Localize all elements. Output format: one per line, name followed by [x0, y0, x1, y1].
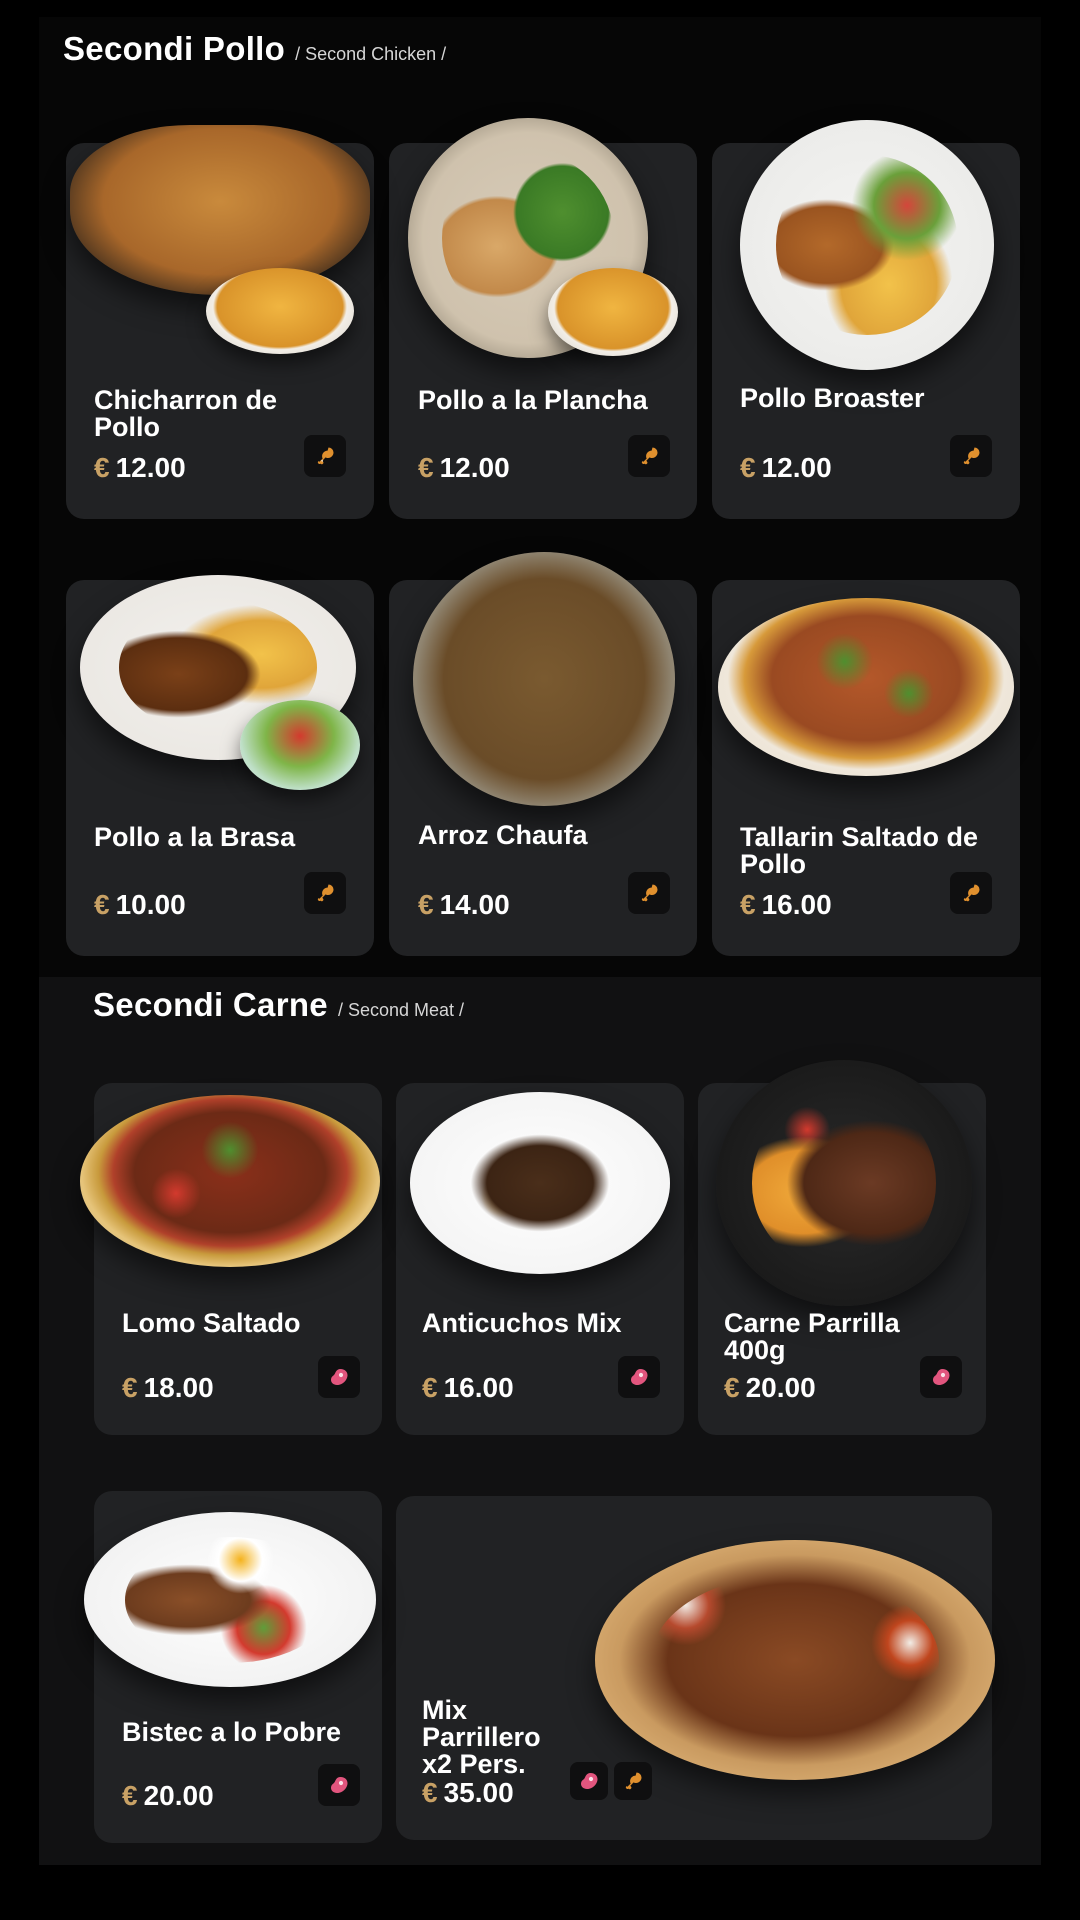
dish-price: €18.00 — [122, 1372, 214, 1404]
price-value: 12.00 — [115, 452, 186, 483]
price-value: 14.00 — [439, 889, 510, 920]
dish-price: €16.00 — [422, 1372, 514, 1404]
tallarin-saltado-dish-image — [718, 598, 1014, 776]
price-value: 16.00 — [443, 1372, 514, 1403]
section-subtitle: / Second Chicken / — [295, 44, 447, 64]
chicken-section-heading: Secondi Pollo / Second Chicken / — [63, 30, 446, 68]
dish-price: €12.00 — [418, 452, 510, 484]
drumstick-icon — [950, 435, 992, 477]
dish-price: €12.00 — [94, 452, 186, 484]
dish-name: Pollo Broaster — [740, 383, 925, 413]
dish-price: €10.00 — [94, 889, 186, 921]
steak-icon — [618, 1356, 660, 1398]
drumstick-icon — [304, 872, 346, 914]
dish-price: €14.00 — [418, 889, 510, 921]
section-title: Secondi Pollo — [63, 30, 286, 67]
drumstick-icon — [628, 872, 670, 914]
steak-icon — [920, 1356, 962, 1398]
currency-symbol: € — [122, 1780, 138, 1811]
price-value: 12.00 — [439, 452, 510, 483]
section-title: Secondi Carne — [93, 986, 328, 1023]
currency-symbol: € — [740, 889, 756, 920]
currency-symbol: € — [418, 889, 434, 920]
currency-symbol: € — [122, 1372, 138, 1403]
dish-name: Tallarin Saltado de Pollo — [740, 822, 979, 879]
drumstick-icon — [614, 1762, 652, 1800]
dish-price: €20.00 — [724, 1372, 816, 1404]
chicharron-dish-image — [70, 125, 370, 295]
currency-symbol: € — [94, 889, 110, 920]
dish-name: Mix Parrillero x2 Pers. — [422, 1695, 541, 1779]
price-value: 12.00 — [761, 452, 832, 483]
price-value: 35.00 — [443, 1777, 514, 1808]
currency-symbol: € — [740, 452, 756, 483]
arroz-chaufa-dish-image — [413, 552, 675, 806]
currency-symbol: € — [418, 452, 434, 483]
dish-name: Anticuchos Mix — [422, 1308, 622, 1338]
dish-name: Lomo Saltado — [122, 1308, 301, 1338]
currency-symbol: € — [422, 1372, 438, 1403]
salad-bowl-image — [240, 700, 360, 790]
fries-image — [548, 268, 678, 356]
dish-name: Pollo a la Brasa — [94, 822, 296, 852]
dish-price: €35.00 — [422, 1777, 514, 1809]
drumstick-icon — [628, 435, 670, 477]
price-value: 16.00 — [761, 889, 832, 920]
carne-parrilla-dish-image — [716, 1060, 972, 1306]
bistec-a-lo-pobre-dish-image — [84, 1512, 376, 1687]
dish-price: €16.00 — [740, 889, 832, 921]
price-value: 20.00 — [143, 1780, 214, 1811]
drumstick-icon — [304, 435, 346, 477]
price-value: 18.00 — [143, 1372, 214, 1403]
fries-image — [206, 268, 354, 354]
dish-price: €20.00 — [122, 1780, 214, 1812]
dish-name: Arroz Chaufa — [418, 820, 588, 850]
section-subtitle: / Second Meat / — [337, 1000, 465, 1020]
lomo-saltado-dish-image — [80, 1095, 380, 1267]
dish-name: Pollo a la Plancha — [418, 385, 648, 415]
price-value: 10.00 — [115, 889, 186, 920]
steak-icon — [318, 1764, 360, 1806]
dish-name: Bistec a lo Pobre — [122, 1717, 342, 1747]
steak-icon — [570, 1762, 608, 1800]
steak-icon — [318, 1356, 360, 1398]
meat-section-heading: Secondi Carne / Second Meat / — [93, 986, 464, 1024]
price-value: 20.00 — [745, 1372, 816, 1403]
dish-name: Chicharron de Pollo — [94, 385, 278, 442]
currency-symbol: € — [422, 1777, 438, 1808]
drumstick-icon — [950, 872, 992, 914]
pollo-broaster-dish-image — [740, 120, 994, 370]
currency-symbol: € — [724, 1372, 740, 1403]
anticuchos-dish-image — [410, 1092, 670, 1274]
mix-parrillero-platter-image — [595, 1540, 995, 1780]
dish-price: €12.00 — [740, 452, 832, 484]
currency-symbol: € — [94, 452, 110, 483]
